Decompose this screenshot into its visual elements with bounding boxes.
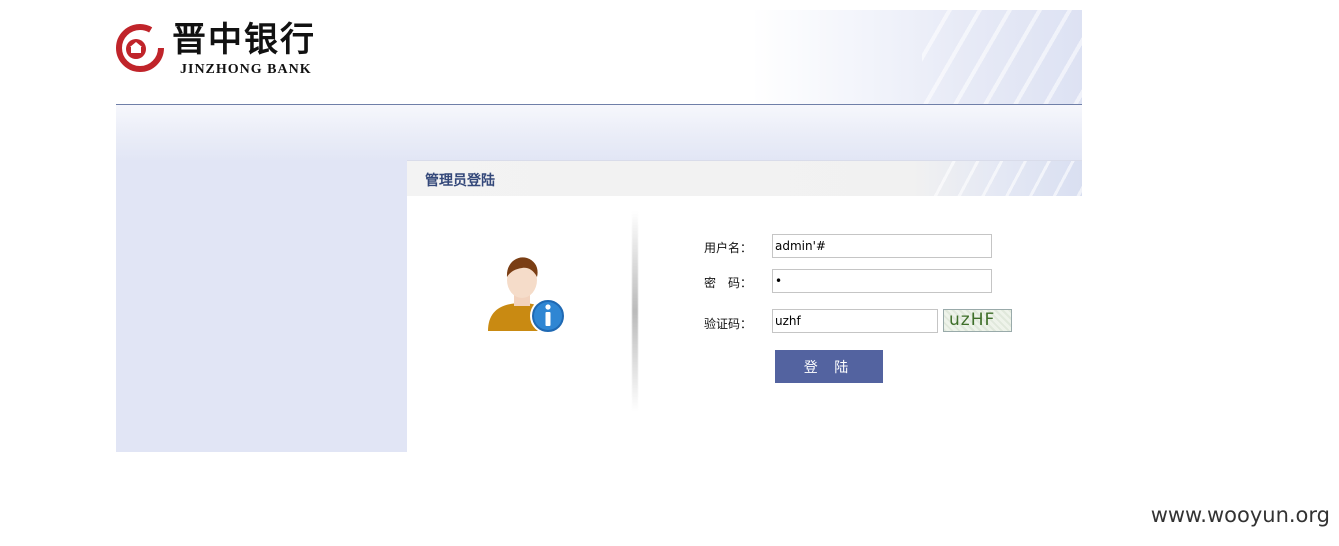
bank-name-cn: 晋中银行 [172, 20, 316, 60]
password-label: 密 码： [704, 276, 753, 290]
left-panel [116, 160, 407, 452]
login-panel: 管理员登陆 用户名： 密 码： 验证码： uzHF 登 陆 [407, 160, 1082, 453]
bank-name-en: JINZHONG BANK [180, 62, 312, 77]
panel-divider [632, 211, 638, 411]
username-label: 用户名： [704, 241, 753, 255]
captcha-input[interactable] [772, 309, 938, 333]
username-input[interactable] [772, 234, 992, 258]
login-title: 管理员登陆 [425, 173, 495, 189]
captcha-image-text: uzHF [949, 310, 996, 330]
header: 晋中银行 JINZHONG BANK [116, 10, 1082, 104]
login-button[interactable]: 登 陆 [775, 350, 883, 383]
captcha-label: 验证码： [704, 317, 753, 331]
top-band [116, 105, 1082, 160]
user-info-icon [488, 257, 566, 334]
password-input[interactable] [772, 269, 992, 293]
login-title-bar: 管理员登陆 [407, 161, 1082, 196]
watermark: www.wooyun.org [1150, 503, 1330, 527]
bank-logo-icon [116, 24, 164, 72]
bank-logo: 晋中银行 JINZHONG BANK [116, 20, 336, 90]
header-decoration [752, 10, 1082, 104]
captcha-image[interactable]: uzHF [943, 309, 1012, 332]
